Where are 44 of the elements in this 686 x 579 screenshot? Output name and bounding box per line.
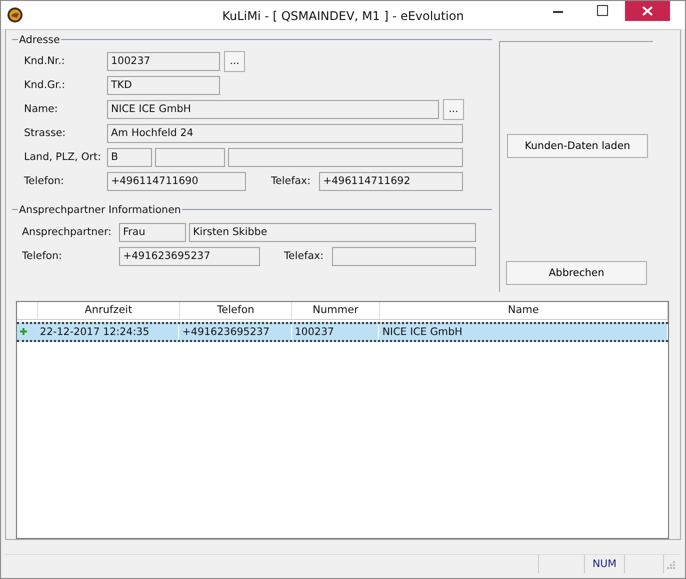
plus-icon xyxy=(20,328,27,336)
table-row[interactable]: 22-12-2017 12:24:35 +491623695237 100237 NICE ICE GmbH xyxy=(17,322,668,342)
table-cell: +491623695237 xyxy=(179,324,292,340)
input-field[interactable]: Kirsten Skibbe xyxy=(189,222,476,242)
cancel-button[interactable]: Abbrechen xyxy=(506,260,647,285)
field-label: Telefon: xyxy=(23,175,65,188)
resize-grip-icon[interactable] xyxy=(664,558,676,570)
group-title: Adresse xyxy=(18,34,61,46)
field-label: Name: xyxy=(23,103,59,116)
input-field[interactable] xyxy=(228,148,463,167)
column-header[interactable]: Telefon xyxy=(180,302,292,319)
close-icon[interactable] xyxy=(625,1,670,21)
table-cell: 22-12-2017 12:24:35 xyxy=(36,324,180,340)
input-field[interactable]: +496114711692 xyxy=(319,172,463,191)
input-field[interactable]: +496114711690 xyxy=(107,172,246,191)
input-field[interactable]: +491623695237 xyxy=(119,246,260,266)
group-title: Ansprechpartner Informationen xyxy=(18,204,182,216)
table-cell: 100237 xyxy=(292,324,380,340)
input-field[interactable] xyxy=(155,148,225,167)
table-cell: NICE ICE GmbH xyxy=(379,324,668,340)
browse-button[interactable]: ... xyxy=(443,98,464,120)
field-label: Land, PLZ, Ort: xyxy=(23,151,102,164)
field-label: Knd.Gr.: xyxy=(23,79,66,92)
input-field[interactable]: B xyxy=(107,148,152,167)
app-logo-icon xyxy=(7,6,23,23)
window-title: KuLiMi - [ QSMAINDEV, M1 ] - eEvolution xyxy=(222,9,464,23)
input-field[interactable]: NICE ICE GmbH xyxy=(107,100,439,119)
column-header[interactable]: Anrufzeit xyxy=(38,302,180,319)
field-label: Telefax: xyxy=(284,250,325,262)
field-label: Telefax: xyxy=(271,175,312,188)
input-field[interactable]: Am Hochfeld 24 xyxy=(107,124,463,143)
num-lock-indicator: NUM xyxy=(592,558,617,570)
column-header[interactable]: Nummer xyxy=(292,302,380,319)
field-label: Telefon: xyxy=(21,250,63,262)
column-header[interactable]: Name xyxy=(380,302,668,319)
input-field[interactable]: Frau xyxy=(119,222,186,242)
field-label: Strasse: xyxy=(23,127,67,140)
field-label: Ansprechpartner: xyxy=(21,226,112,238)
load-customer-button[interactable]: Kunden-Daten laden xyxy=(507,134,648,158)
input-field[interactable]: TKD xyxy=(107,76,220,95)
browse-button[interactable]: ... xyxy=(224,50,245,72)
field-label: Knd.Nr.: xyxy=(23,55,66,68)
input-field[interactable]: 100237 xyxy=(107,52,220,71)
input-field[interactable] xyxy=(332,246,476,266)
